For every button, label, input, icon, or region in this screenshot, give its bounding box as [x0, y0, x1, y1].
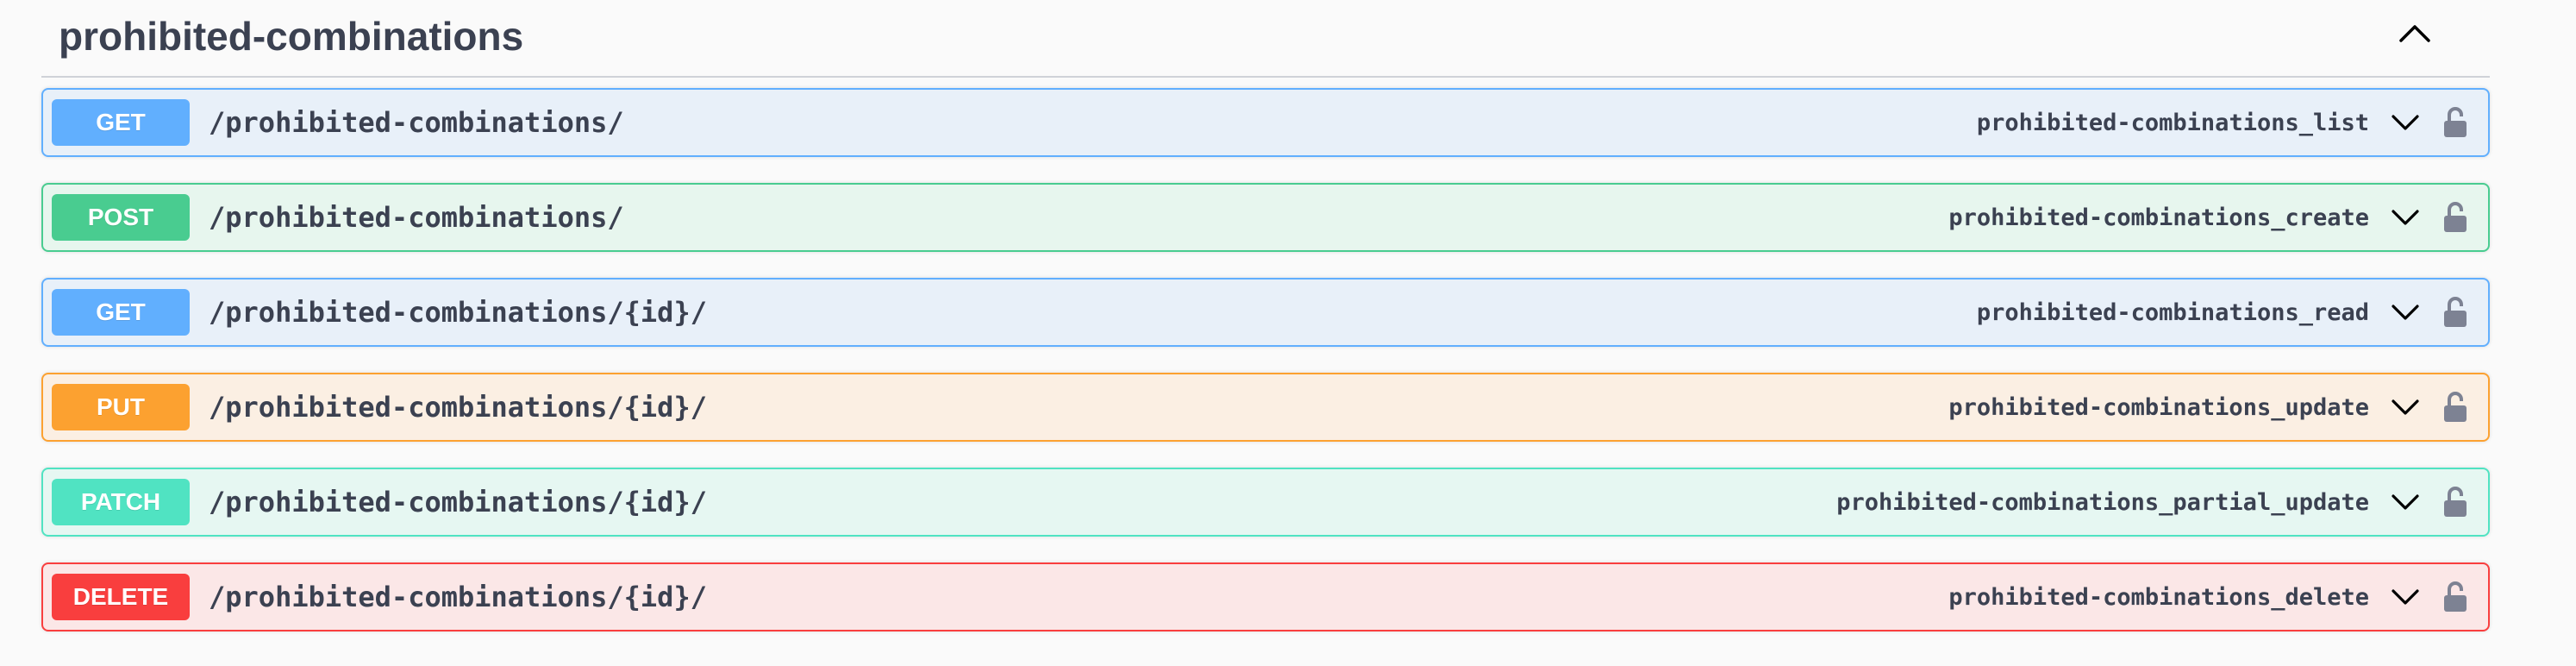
- operation-id: prohibited-combinations_delete: [1948, 583, 2369, 611]
- operation-row[interactable]: GET /prohibited-combinations/ prohibited…: [41, 88, 2490, 157]
- section-header[interactable]: prohibited-combinations: [41, 0, 2490, 78]
- operation-id: prohibited-combinations_list: [1976, 109, 2369, 136]
- chevron-down-icon[interactable]: [2388, 580, 2423, 614]
- method-badge: GET: [52, 289, 190, 336]
- unlocked-padlock-icon[interactable]: [2440, 293, 2471, 331]
- method-badge: PUT: [52, 384, 190, 430]
- section-title[interactable]: prohibited-combinations: [59, 10, 523, 62]
- chevron-up-icon: [2398, 23, 2432, 48]
- unlocked-padlock-icon[interactable]: [2440, 483, 2471, 521]
- unlocked-padlock-icon[interactable]: [2440, 578, 2471, 616]
- operation-id: prohibited-combinations_update: [1948, 393, 2369, 421]
- operations-list: GET /prohibited-combinations/ prohibited…: [41, 88, 2490, 631]
- operation-path[interactable]: /prohibited-combinations/{id}/: [209, 486, 1836, 518]
- unlocked-padlock-icon[interactable]: [2440, 388, 2471, 426]
- method-badge: PATCH: [52, 479, 190, 525]
- operation-id: prohibited-combinations_create: [1948, 204, 2369, 231]
- method-badge: POST: [52, 194, 190, 241]
- operation-row[interactable]: PUT /prohibited-combinations/{id}/ prohi…: [41, 373, 2490, 442]
- operation-row[interactable]: PATCH /prohibited-combinations/{id}/ pro…: [41, 468, 2490, 537]
- chevron-down-icon[interactable]: [2388, 105, 2423, 140]
- operation-id: prohibited-combinations_read: [1976, 298, 2369, 326]
- operation-id: prohibited-combinations_partial_update: [1836, 488, 2369, 516]
- operation-path[interactable]: /prohibited-combinations/: [209, 201, 1948, 234]
- chevron-down-icon[interactable]: [2388, 485, 2423, 519]
- operation-path[interactable]: /prohibited-combinations/{id}/: [209, 581, 1948, 613]
- chevron-down-icon[interactable]: [2388, 390, 2423, 424]
- unlocked-padlock-icon[interactable]: [2440, 104, 2471, 141]
- operation-path[interactable]: /prohibited-combinations/{id}/: [209, 296, 1977, 329]
- unlocked-padlock-icon[interactable]: [2440, 198, 2471, 236]
- chevron-down-icon[interactable]: [2388, 295, 2423, 330]
- method-badge: DELETE: [52, 574, 190, 620]
- section-collapse-button[interactable]: [2393, 16, 2436, 55]
- operation-row[interactable]: DELETE /prohibited-combinations/{id}/ pr…: [41, 562, 2490, 631]
- operation-path[interactable]: /prohibited-combinations/: [209, 106, 1977, 139]
- operation-path[interactable]: /prohibited-combinations/{id}/: [209, 391, 1948, 424]
- operation-row[interactable]: GET /prohibited-combinations/{id}/ prohi…: [41, 278, 2490, 347]
- chevron-down-icon[interactable]: [2388, 200, 2423, 235]
- operation-row[interactable]: POST /prohibited-combinations/ prohibite…: [41, 183, 2490, 252]
- method-badge: GET: [52, 99, 190, 146]
